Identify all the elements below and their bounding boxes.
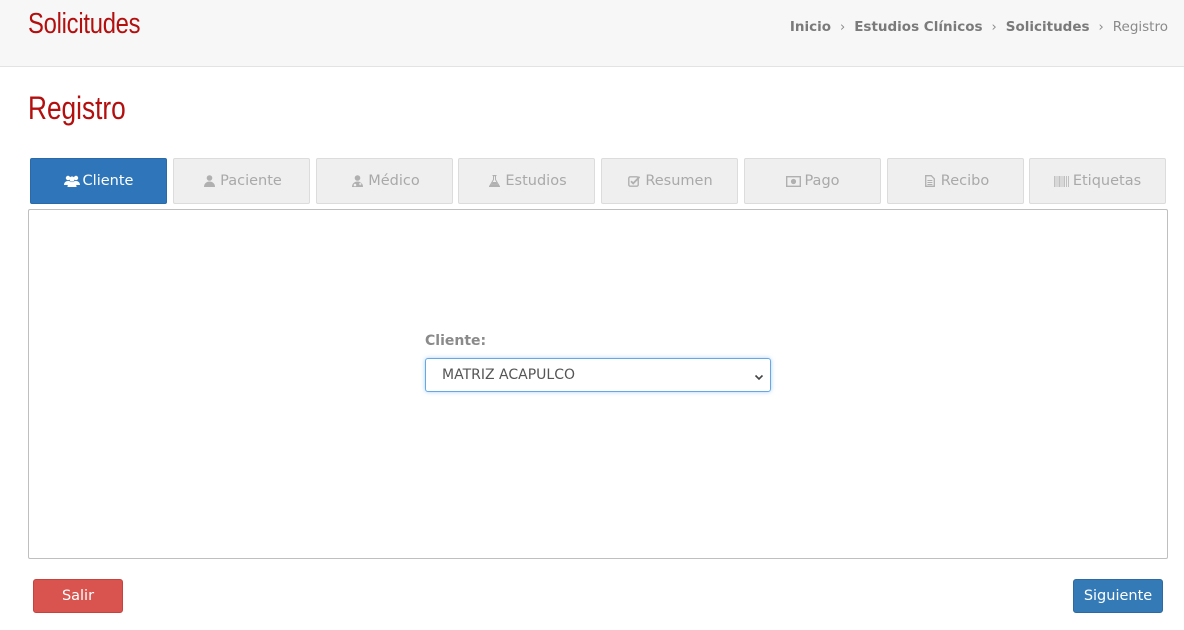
tab-label: Médico — [368, 173, 420, 189]
page-title: Registro — [28, 90, 126, 126]
file-text-icon — [922, 174, 938, 188]
exit-button[interactable]: Salir — [33, 579, 123, 613]
tab-label: Recibo — [940, 173, 990, 189]
breadcrumb-estudios-clinicos[interactable]: Estudios Clínicos — [854, 19, 982, 35]
tab-label: Paciente — [220, 173, 282, 189]
next-button[interactable]: Siguiente — [1073, 579, 1163, 613]
breadcrumb-separator: › — [839, 19, 846, 35]
money-icon — [785, 174, 801, 188]
client-select-value: MATRIZ ACAPULCO — [442, 367, 575, 383]
tab-medico[interactable]: Médico — [316, 158, 453, 204]
tab-label: Estudios — [505, 173, 567, 189]
tab-etiquetas[interactable]: Etiquetas — [1029, 158, 1166, 204]
top-header: Solicitudes Inicio › Estudios Clínicos ›… — [0, 0, 1184, 67]
client-select[interactable]: MATRIZ ACAPULCO — [425, 358, 771, 392]
breadcrumb-inicio[interactable]: Inicio — [790, 19, 831, 35]
app-title: Solicitudes — [28, 8, 141, 40]
users-icon — [63, 174, 80, 188]
tab-pago[interactable]: Pago — [744, 158, 881, 204]
breadcrumb: Inicio › Estudios Clínicos › Solicitudes… — [790, 19, 1168, 35]
breadcrumb-solicitudes[interactable]: Solicitudes — [1006, 19, 1090, 35]
tab-label: Pago — [804, 173, 840, 189]
tab-label: Cliente — [82, 173, 134, 189]
tab-cliente[interactable]: Cliente — [30, 158, 167, 204]
tab-recibo[interactable]: Recibo — [887, 158, 1024, 204]
breadcrumb-separator: › — [1098, 19, 1104, 35]
tab-label: Resumen — [645, 173, 713, 189]
breadcrumb-separator: › — [991, 19, 997, 35]
user-icon — [201, 174, 217, 188]
tab-label: Etiquetas — [1072, 173, 1142, 189]
tab-resumen[interactable]: Resumen — [601, 158, 738, 204]
tab-paciente[interactable]: Paciente — [173, 158, 310, 204]
tab-estudios[interactable]: Estudios — [458, 158, 595, 204]
flask-icon — [486, 174, 502, 188]
chevron-down-icon — [754, 370, 764, 386]
wizard-tabs: Cliente Paciente Médico Estudios Resumen… — [30, 158, 1166, 204]
breadcrumb-registro: Registro — [1112, 19, 1168, 35]
check-square-icon — [626, 174, 642, 188]
client-label: Cliente: — [425, 333, 487, 349]
doctor-icon — [349, 174, 365, 188]
barcode-icon — [1054, 174, 1070, 188]
